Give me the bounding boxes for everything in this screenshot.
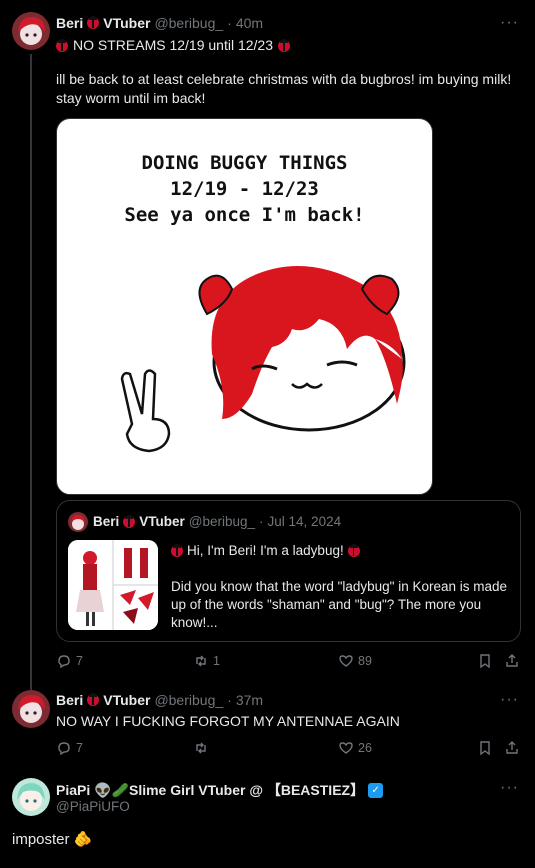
share-button[interactable]	[504, 653, 520, 669]
like-button[interactable]: 26	[338, 740, 372, 756]
bookmark-button[interactable]	[477, 653, 493, 669]
author-name[interactable]: Beri	[56, 15, 83, 31]
heart-icon	[339, 655, 353, 667]
more-options-icon[interactable]: ···	[500, 691, 519, 709]
quoted-author-suffix: VTuber	[139, 514, 185, 529]
like-count: 89	[358, 654, 372, 668]
timestamp[interactable]: 37m	[236, 692, 263, 708]
ladybug-icon	[87, 693, 100, 706]
reply-icon	[58, 742, 70, 756]
share-button[interactable]	[504, 740, 520, 756]
author-name[interactable]: Beri	[56, 692, 83, 708]
ladybug-icon	[347, 544, 360, 557]
tweet-1[interactable]: Beri VTuber @beribug_ · 40m ··· NO STREA…	[0, 0, 535, 680]
reply-button[interactable]: 7	[56, 653, 83, 669]
reply-count: 7	[76, 654, 83, 668]
ladybug-icon	[87, 16, 100, 29]
ladybug-icon	[171, 544, 183, 557]
repost-count: 1	[213, 654, 220, 668]
repost-icon	[196, 742, 206, 754]
separator-dot: ·	[259, 514, 264, 529]
like-button[interactable]: 89	[338, 653, 372, 669]
quoted-text: Hi, I'm Beri! I'm a ladybug! Did you kno…	[171, 542, 511, 632]
bookmark-button[interactable]	[477, 740, 493, 756]
author-handle[interactable]: @PiaPiUFO	[56, 799, 130, 814]
timestamp[interactable]: 40m	[236, 15, 263, 31]
quoted-author-handle: @beribug_	[188, 514, 256, 529]
ladybug-icon	[278, 38, 290, 52]
reply-button[interactable]: 7	[56, 740, 83, 756]
tweet-2[interactable]: Beri VTuber @beribug_ · 37m ··· NO WAY I…	[0, 680, 535, 770]
tweet-body: ill be back to at least celebrate christ…	[56, 71, 512, 106]
author-name-suffix[interactable]: VTuber	[103, 15, 150, 31]
tweet-body: NO WAY I FUCKING FORGOT MY ANTENNAE AGAI…	[56, 713, 400, 729]
avatar[interactable]	[12, 12, 50, 50]
tweet-image[interactable]: DOING BUGGY THINGS 12/19 - 12/23 See ya …	[56, 118, 433, 495]
tweet-actions: 7 26	[56, 740, 521, 760]
tweet-title-line: NO STREAMS 12/19 until 12/23	[56, 36, 526, 55]
ladybug-icon	[123, 514, 136, 528]
avatar[interactable]	[12, 690, 50, 728]
repost-button[interactable]: 1	[193, 653, 220, 669]
share-icon	[506, 654, 518, 667]
separator-dot: ·	[227, 692, 232, 708]
quoted-line-1: Hi, I'm Beri! I'm a ladybug!	[187, 543, 344, 558]
reply-icon	[58, 655, 70, 669]
buggy-drawing	[120, 266, 406, 453]
repost-icon	[196, 655, 206, 667]
bookmark-icon	[480, 741, 490, 756]
share-icon	[506, 741, 518, 754]
quoted-timestamp: Jul 14, 2024	[267, 514, 342, 529]
like-count: 26	[358, 741, 372, 755]
bird-badge-icon: ✓	[368, 782, 384, 798]
ladybug-icon	[56, 38, 68, 52]
avatar	[68, 512, 88, 532]
tweet-actions: 7 1 89	[56, 653, 521, 673]
quoted-image-thumbnail	[68, 540, 158, 630]
tweet-3[interactable]: PiaPi 👽🥒Slime Girl VTuber @ 【BEASTIEZ】 ✓…	[0, 770, 535, 868]
bookmark-icon	[480, 654, 490, 669]
reply-count: 7	[76, 741, 83, 755]
quoted-tweet[interactable]: Beri VTuber @beribug_ · Jul 14, 2024 Hi,…	[56, 500, 521, 642]
separator-dot: ·	[227, 15, 232, 31]
author-name-suffix[interactable]: VTuber	[103, 692, 150, 708]
author-handle[interactable]: @beribug_	[154, 15, 223, 31]
author-handle[interactable]: @beribug_	[154, 692, 223, 708]
repost-button[interactable]	[193, 740, 213, 756]
author-name[interactable]: PiaPi 👽🥒Slime Girl VTuber @ 【BEASTIEZ】	[56, 780, 364, 800]
heart-icon	[339, 742, 353, 754]
more-options-icon[interactable]: ···	[500, 14, 519, 32]
avatar[interactable]	[12, 778, 50, 816]
more-options-icon[interactable]: ···	[500, 779, 519, 797]
quoted-line-2: Did you know that the word "ladybug" in …	[171, 579, 508, 630]
tweet-body: imposter 🫵	[12, 831, 93, 848]
tweet-title-text: NO STREAMS 12/19 until 12/23	[73, 37, 273, 53]
quoted-author-name: Beri	[93, 514, 120, 529]
